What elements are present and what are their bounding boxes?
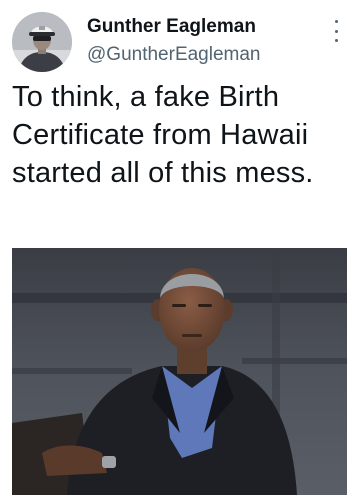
photo-image <box>12 248 347 495</box>
user-handle[interactable]: @GuntherEagleman <box>87 44 261 66</box>
tweet-text: To think, a fake Birth Certificate from … <box>12 81 314 189</box>
display-name[interactable]: Gunther Eagleman <box>87 16 256 38</box>
tweet-photo[interactable] <box>12 248 347 495</box>
avatar[interactable] <box>12 12 72 72</box>
tweet-card: Gunther Eagleman @GuntherEagleman To thi… <box>0 0 359 500</box>
avatar-image <box>12 12 72 72</box>
more-vertical-icon[interactable] <box>328 20 344 42</box>
